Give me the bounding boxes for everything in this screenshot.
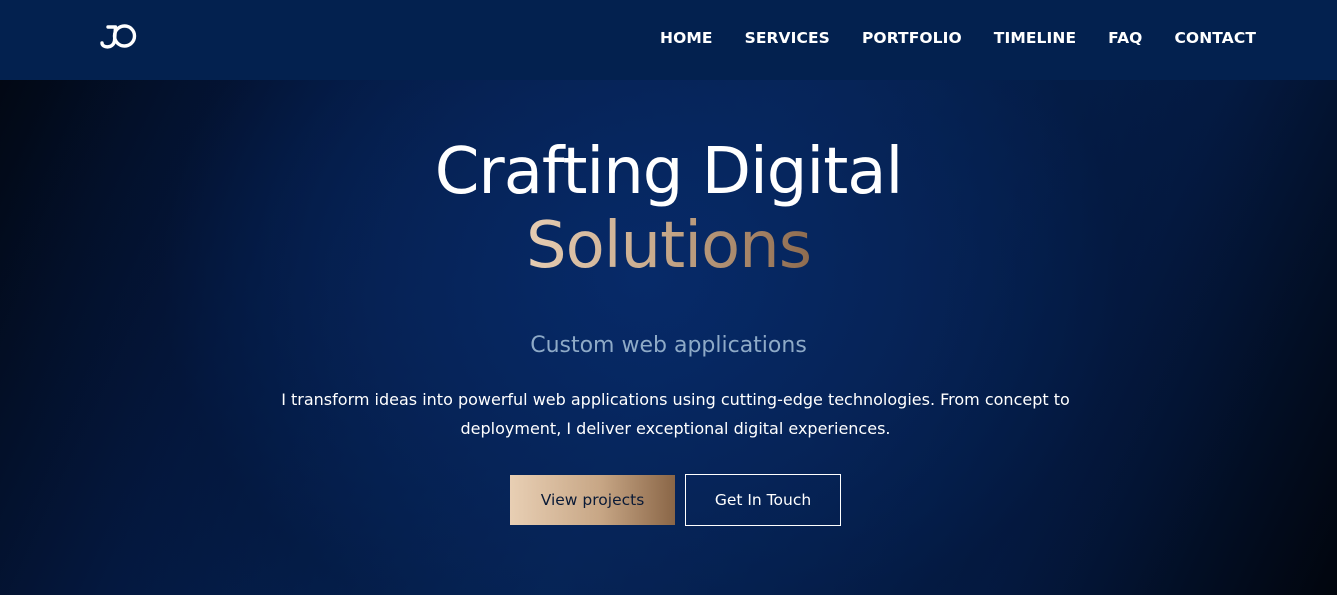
- hero-actions: View projects Get In Touch: [510, 474, 841, 526]
- view-projects-button[interactable]: View projects: [510, 475, 675, 525]
- nav-link-contact[interactable]: CONTACT: [1174, 29, 1256, 47]
- hero-subtitle: Custom web applications: [530, 333, 807, 358]
- page: HOME SERVICES PORTFOLIO TIMELINE FAQ CON…: [0, 0, 1337, 595]
- nav-link-faq[interactable]: FAQ: [1108, 29, 1142, 47]
- navbar: HOME SERVICES PORTFOLIO TIMELINE FAQ CON…: [0, 0, 1337, 80]
- hero-description: I transform ideas into powerful web appl…: [281, 390, 1070, 438]
- nav-link-services[interactable]: SERVICES: [745, 29, 830, 47]
- nav-link-timeline[interactable]: TIMELINE: [994, 29, 1076, 47]
- hero-headline-accent: Solutions: [525, 209, 812, 283]
- nav-link-portfolio[interactable]: PORTFOLIO: [862, 29, 962, 47]
- hero-headline-accent-row: Solutions: [0, 210, 1337, 282]
- get-in-touch-button[interactable]: Get In Touch: [685, 474, 841, 526]
- jo-monogram-logo-icon[interactable]: [96, 21, 138, 51]
- hero-headline: Crafting Digital: [434, 135, 904, 209]
- main-nav: HOME SERVICES PORTFOLIO TIMELINE FAQ CON…: [660, 0, 1256, 80]
- hero-section: Crafting Digital Solutions Custom web ap…: [0, 80, 1337, 595]
- nav-link-home[interactable]: HOME: [660, 29, 713, 47]
